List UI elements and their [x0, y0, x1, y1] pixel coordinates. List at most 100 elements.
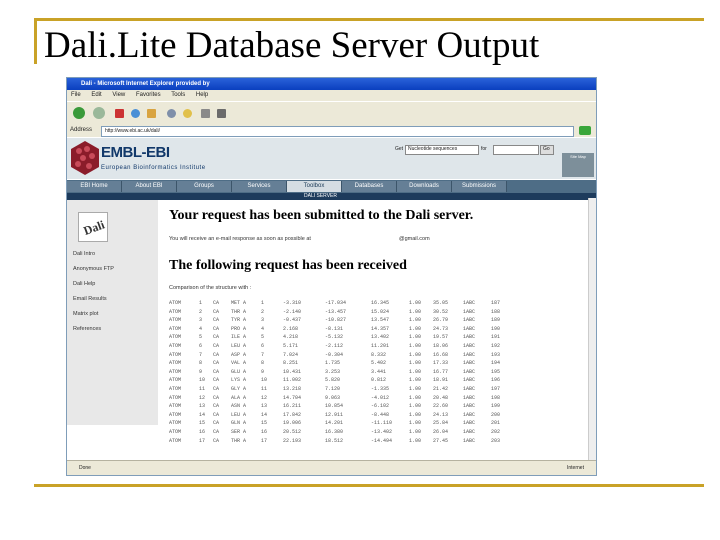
atom-cell: ATOM	[169, 360, 182, 367]
atom-cell: MET A	[231, 300, 247, 306]
atom-cell: CA	[213, 377, 220, 384]
atom-cell: 16.380	[325, 428, 344, 435]
atom-cell: ASN A	[231, 403, 247, 410]
print-icon[interactable]	[217, 109, 226, 118]
atom-cell: LYS A	[231, 377, 247, 384]
database-select[interactable]: Nucleotide sequences	[405, 145, 479, 155]
atom-cell: 2	[261, 308, 265, 315]
tab-ebi-home[interactable]: EBI Home	[67, 181, 122, 192]
nav-matrix-plot[interactable]: Matrix plot	[73, 311, 98, 317]
atom-cell: 13	[261, 403, 268, 410]
browser-window: Dali - Microsoft Internet Explorer provi…	[66, 77, 597, 476]
atom-cell: 15.024	[371, 308, 390, 315]
mail-icon[interactable]	[201, 109, 210, 118]
atom-cell: 7	[199, 351, 203, 358]
atom-row: ATOM 5 CA ILE A 5 4.218 -5.132 13.402 1.00 19.57 1…	[169, 333, 509, 342]
search-go-button[interactable]: Go	[540, 145, 554, 155]
atom-cell: 14.704	[283, 394, 302, 401]
atom-cell: 10.431	[283, 368, 302, 375]
atom-cell: 11	[261, 385, 268, 392]
web-page: EMBL-EBI European Bioinformatics Institu…	[67, 138, 596, 475]
menu-file[interactable]: File	[71, 92, 81, 98]
nav-dali-intro[interactable]: Dali Intro	[73, 251, 95, 257]
atom-cell: CA	[213, 360, 220, 367]
status-zone: Internet	[567, 465, 584, 471]
refresh-icon[interactable]	[131, 109, 140, 118]
site-map-button[interactable]: Site Map	[562, 153, 594, 177]
atom-cell: -1.335	[371, 385, 390, 392]
tab-services[interactable]: Services	[232, 181, 287, 192]
left-nav: Dali Dali Intro Anonymous FTP Dali Help …	[67, 200, 158, 425]
left-rule	[34, 18, 37, 64]
atom-row: ATOM 14 CA LEU A 14 17.842 12.911 -8.448 1.00 24.…	[169, 411, 509, 420]
tab-submissions[interactable]: Submissions	[452, 181, 507, 192]
tab-about-ebi[interactable]: About EBI	[122, 181, 177, 192]
atom-cell: 16	[261, 428, 268, 435]
atom-cell: 203	[491, 437, 501, 444]
atom-cell: ATOM	[169, 420, 182, 427]
atom-cell: 18.06	[433, 342, 449, 349]
stop-icon[interactable]	[115, 109, 124, 118]
nav-email-results[interactable]: Email Results	[73, 296, 107, 302]
menu-bar: File Edit View Favorites Tools Help	[67, 90, 596, 101]
forward-icon[interactable]	[93, 107, 105, 119]
menu-favorites[interactable]: Favorites	[136, 92, 161, 98]
atom-cell: CA	[213, 300, 220, 306]
atom-cell: 22.193	[283, 437, 302, 444]
tab-databases[interactable]: Databases	[342, 181, 397, 192]
site-nav: EBI Home About EBI Groups Services Toolb…	[67, 180, 596, 193]
vertical-scrollbar[interactable]	[588, 198, 596, 475]
atom-cell: 8	[261, 360, 265, 367]
nav-references[interactable]: References	[73, 326, 101, 332]
atom-cell: 17.842	[283, 411, 302, 418]
atom-cell: 8.251	[283, 360, 299, 367]
atom-cell: 22.60	[433, 403, 449, 410]
address-input[interactable]: http://www.ebi.ac.uk/dali/	[101, 126, 574, 137]
back-icon[interactable]	[73, 107, 85, 119]
nav-anonymous-ftp[interactable]: Anonymous FTP	[73, 266, 114, 272]
home-icon[interactable]	[147, 109, 156, 118]
atom-cell: 192	[491, 342, 501, 349]
menu-view[interactable]: View	[112, 92, 125, 98]
atom-row: ATOM 15 CA GLN A 15 19.006 14.201 -11.110 1.00 25…	[169, 419, 509, 428]
menu-edit[interactable]: Edit	[91, 92, 101, 98]
atom-cell: THR A	[231, 437, 247, 444]
search-input[interactable]	[493, 145, 539, 155]
menu-help[interactable]: Help	[196, 92, 208, 98]
nav-dali-help[interactable]: Dali Help	[73, 281, 95, 287]
atom-cell: 10	[261, 377, 268, 384]
atom-cell: 1.735	[325, 360, 341, 367]
atom-cell: 194	[491, 360, 501, 367]
atom-cell: 26.79	[433, 317, 449, 324]
atom-row: ATOM 11 CA GLY A 11 13.218 7.120 -1.335 1.00 21.4…	[169, 385, 509, 394]
atom-cell: -8.448	[371, 411, 390, 418]
atom-cell: CA	[213, 342, 220, 349]
sub-navigation: DALI SERVER	[67, 193, 596, 200]
atom-cell: 3	[261, 317, 265, 324]
atom-cell: -3.310	[283, 300, 302, 306]
menu-tools[interactable]: Tools	[171, 92, 185, 98]
tab-groups[interactable]: Groups	[177, 181, 232, 192]
atom-cell: CA	[213, 403, 220, 410]
atom-cell: 195	[491, 368, 501, 375]
go-icon[interactable]	[579, 126, 591, 135]
atom-cell: 11	[199, 385, 206, 392]
favorites-icon[interactable]	[183, 109, 192, 118]
atom-cell: CA	[213, 368, 220, 375]
atom-cell: 8.332	[371, 351, 387, 358]
atom-cell: ATOM	[169, 377, 182, 384]
atom-cell: 1.00	[409, 342, 422, 349]
search-icon[interactable]	[167, 109, 176, 118]
tab-downloads[interactable]: Downloads	[397, 181, 452, 192]
atom-cell: 4	[261, 325, 265, 332]
atom-cell: 10.854	[325, 403, 344, 410]
atom-row: ATOM 1 CA MET A 1 -3.310 -17.034 16.345 1.00 35.0…	[169, 299, 509, 308]
atom-cell: 12	[261, 394, 268, 401]
atom-cell: LEU A	[231, 342, 247, 349]
tab-toolbox[interactable]: Toolbox	[287, 181, 342, 192]
atom-cell: -6.102	[371, 403, 390, 410]
atom-cell: 9.063	[325, 394, 341, 401]
atom-cell: 3	[199, 317, 203, 324]
atom-cell: 20.512	[283, 428, 302, 435]
address-bar: Address http://www.ebi.ac.uk/dali/	[67, 124, 596, 137]
